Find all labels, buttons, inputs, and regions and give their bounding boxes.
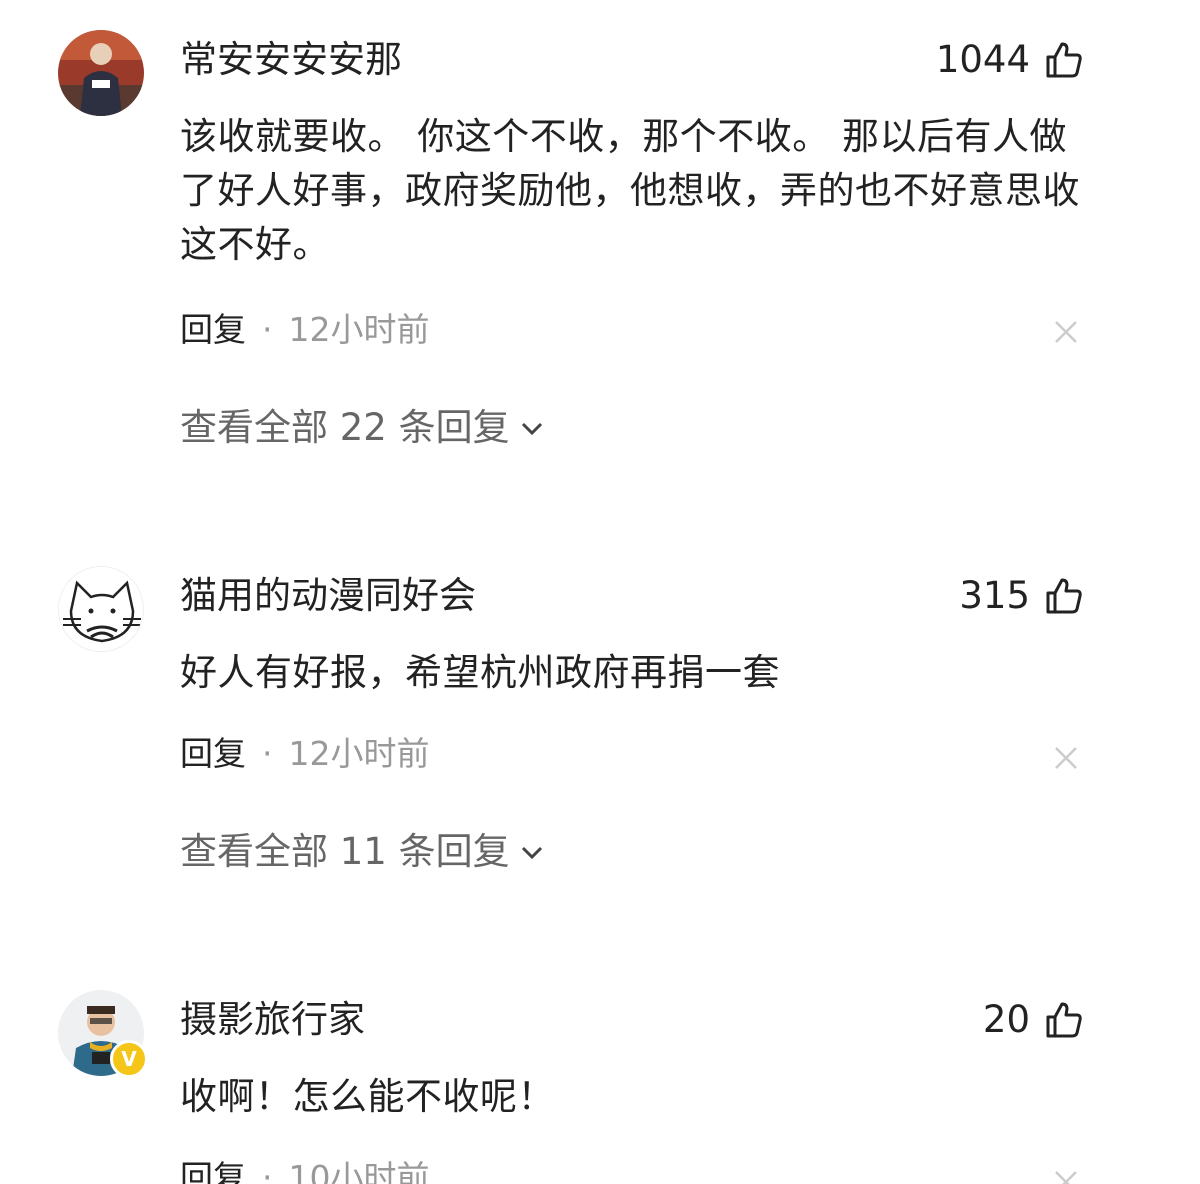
view-replies-label: 查看全部 22 条回复: [180, 406, 510, 449]
monk-photo-avatar-icon: [58, 30, 144, 116]
separator-dot: ·: [262, 734, 273, 773]
like-button[interactable]: 315: [959, 572, 1084, 620]
timestamp: 10小时前: [288, 1158, 430, 1184]
like-count: 315: [959, 574, 1030, 617]
view-replies-link[interactable]: 查看全部 11 条回复: [180, 828, 546, 876]
reply-button[interactable]: 回复: [180, 734, 246, 773]
thumbs-up-icon: [1046, 578, 1082, 614]
close-icon[interactable]: [1052, 1168, 1080, 1184]
like-button[interactable]: 1044: [936, 36, 1084, 84]
username[interactable]: 常安安安安那: [180, 36, 402, 84]
like-count: 1044: [935, 38, 1030, 81]
comment-text: 收啊！怎么能不收呢！: [180, 1075, 555, 1118]
separator-dot: ·: [262, 1158, 273, 1184]
thumbs-up-icon: [1046, 1002, 1082, 1038]
reply-button[interactable]: 回复: [180, 1158, 246, 1184]
comment-item: V 摄影旅行家 20 收啊！怎么能不收呢！ 回复 · 10小时前: [0, 960, 1200, 1184]
comment-text: 好人有好报，希望杭州政府再捐一套: [180, 651, 780, 694]
close-icon[interactable]: [1052, 318, 1080, 346]
chevron-down-icon: [521, 846, 542, 860]
thumbs-up-icon: [1046, 42, 1082, 78]
username[interactable]: 猫用的动漫同好会: [180, 572, 476, 620]
comment-item: 常安安安安那 1044 该收就要收。 你这个不收，那个不收。 那以后有人做了好人…: [0, 0, 1200, 480]
username[interactable]: 摄影旅行家: [180, 996, 365, 1044]
view-replies-link[interactable]: 查看全部 22 条回复: [180, 404, 546, 452]
comment-text: 该收就要收。 你这个不收，那个不收。 那以后有人做了好人好事，政府奖励他，他想收…: [180, 115, 1080, 266]
like-count: 20: [982, 998, 1030, 1041]
timestamp: 12小时前: [288, 734, 430, 773]
cat-sketch-avatar-icon: [59, 567, 143, 651]
comment-meta: 回复 · 12小时前: [180, 732, 430, 776]
view-replies-label: 查看全部 11 条回复: [180, 830, 510, 873]
avatar[interactable]: [58, 30, 144, 116]
comment-meta: 回复 · 10小时前: [180, 1156, 430, 1184]
timestamp: 12小时前: [288, 310, 430, 349]
avatar[interactable]: [58, 566, 144, 652]
verified-badge: V: [110, 1040, 148, 1078]
chevron-down-icon: [521, 422, 542, 436]
reply-button[interactable]: 回复: [180, 310, 246, 349]
comment-list: 常安安安安那 1044 该收就要收。 你这个不收，那个不收。 那以后有人做了好人…: [0, 0, 1200, 1184]
close-icon[interactable]: [1052, 744, 1080, 772]
like-button[interactable]: 20: [983, 996, 1084, 1044]
comment-meta: 回复 · 12小时前: [180, 308, 430, 352]
comment-item: 猫用的动漫同好会 315 好人有好报，希望杭州政府再捐一套 回复 · 12小时前 查…: [0, 536, 1200, 936]
separator-dot: ·: [262, 310, 273, 349]
